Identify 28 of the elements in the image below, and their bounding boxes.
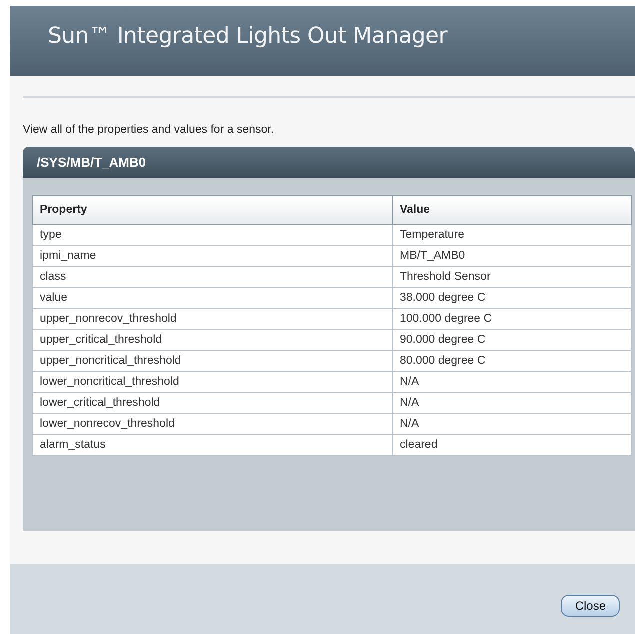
table-cell: cleared — [392, 434, 632, 456]
table-cell: lower_critical_threshold — [32, 392, 392, 414]
table-cell: ipmi_name — [32, 246, 392, 266]
table-cell: 90.000 degree C — [392, 330, 632, 350]
table-cell: lower_nonrecov_threshold — [32, 414, 392, 434]
panel-title: /SYS/MB/T_AMB0 — [37, 155, 146, 170]
table-cell: MB/T_AMB0 — [392, 246, 632, 266]
table-cell: N/A — [392, 372, 632, 392]
table-cell: N/A — [392, 392, 632, 414]
table-cell: type — [32, 224, 392, 246]
table-cell: N/A — [392, 414, 632, 434]
table-cell: 100.000 degree C — [392, 308, 632, 330]
table-cell: Temperature — [392, 224, 632, 246]
table-cell: alarm_status — [32, 434, 392, 456]
table-cell: 38.000 degree C — [392, 288, 632, 308]
table-cell: class — [32, 266, 392, 288]
intro-text: View all of the properties and values for a sensor. — [23, 124, 276, 136]
table-cell: lower_noncritical_threshold — [32, 372, 392, 392]
table-cell: upper_nonrecov_threshold — [32, 308, 392, 330]
table-cell: 80.000 degree C — [392, 350, 632, 372]
table-cell: Threshold Sensor — [392, 266, 632, 288]
table-cell: value — [32, 288, 392, 308]
column-header: Property — [32, 196, 392, 224]
table-cell: upper_critical_threshold — [32, 330, 392, 350]
close-button[interactable]: Close — [561, 595, 620, 617]
app-title: Sun™ Integrated Lights Out Manager — [48, 24, 448, 49]
table-cell: upper_noncritical_threshold — [32, 350, 392, 372]
column-header: Value — [392, 196, 632, 224]
